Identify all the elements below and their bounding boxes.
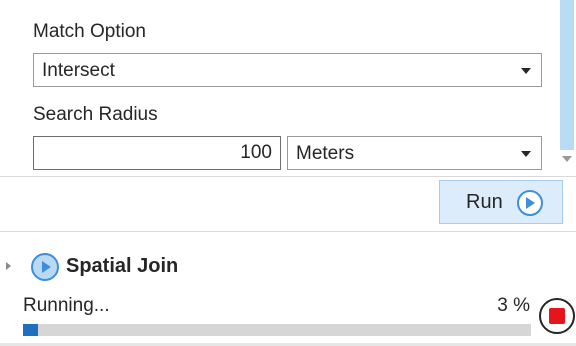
scroll-down-arrow-icon[interactable] [562, 156, 572, 162]
expand-arrow-icon[interactable] [6, 262, 11, 270]
progress-bar-fill [23, 324, 38, 336]
scrollbar-thumb[interactable] [560, 0, 574, 150]
progress-percent: 3 % [497, 295, 530, 316]
search-radius-input[interactable] [33, 136, 281, 170]
search-radius-unit-value: Meters [296, 143, 355, 164]
run-button-label: Run [466, 191, 503, 213]
divider [0, 231, 576, 232]
search-radius-unit-select[interactable]: Meters [287, 136, 542, 170]
run-button[interactable]: Run [439, 180, 563, 224]
progress-bar [23, 324, 531, 336]
run-bar: Run [0, 177, 576, 232]
search-radius-label: Search Radius [33, 104, 158, 125]
chevron-down-icon [521, 68, 531, 74]
play-icon [31, 253, 59, 281]
play-icon [517, 190, 543, 216]
match-option-label: Match Option [33, 21, 146, 42]
history-tool-name[interactable]: Spatial Join [66, 255, 178, 278]
status-text: Running... [23, 295, 110, 316]
match-option-value: Intersect [42, 60, 115, 81]
match-option-select[interactable]: Intersect [33, 53, 542, 87]
parameters-scrollbar[interactable] [558, 0, 576, 176]
stop-icon [549, 308, 565, 324]
chevron-down-icon [521, 151, 531, 157]
tool-parameters-pane: Match Option Intersect Search Radius Met… [0, 0, 576, 178]
stop-button[interactable] [539, 298, 575, 334]
